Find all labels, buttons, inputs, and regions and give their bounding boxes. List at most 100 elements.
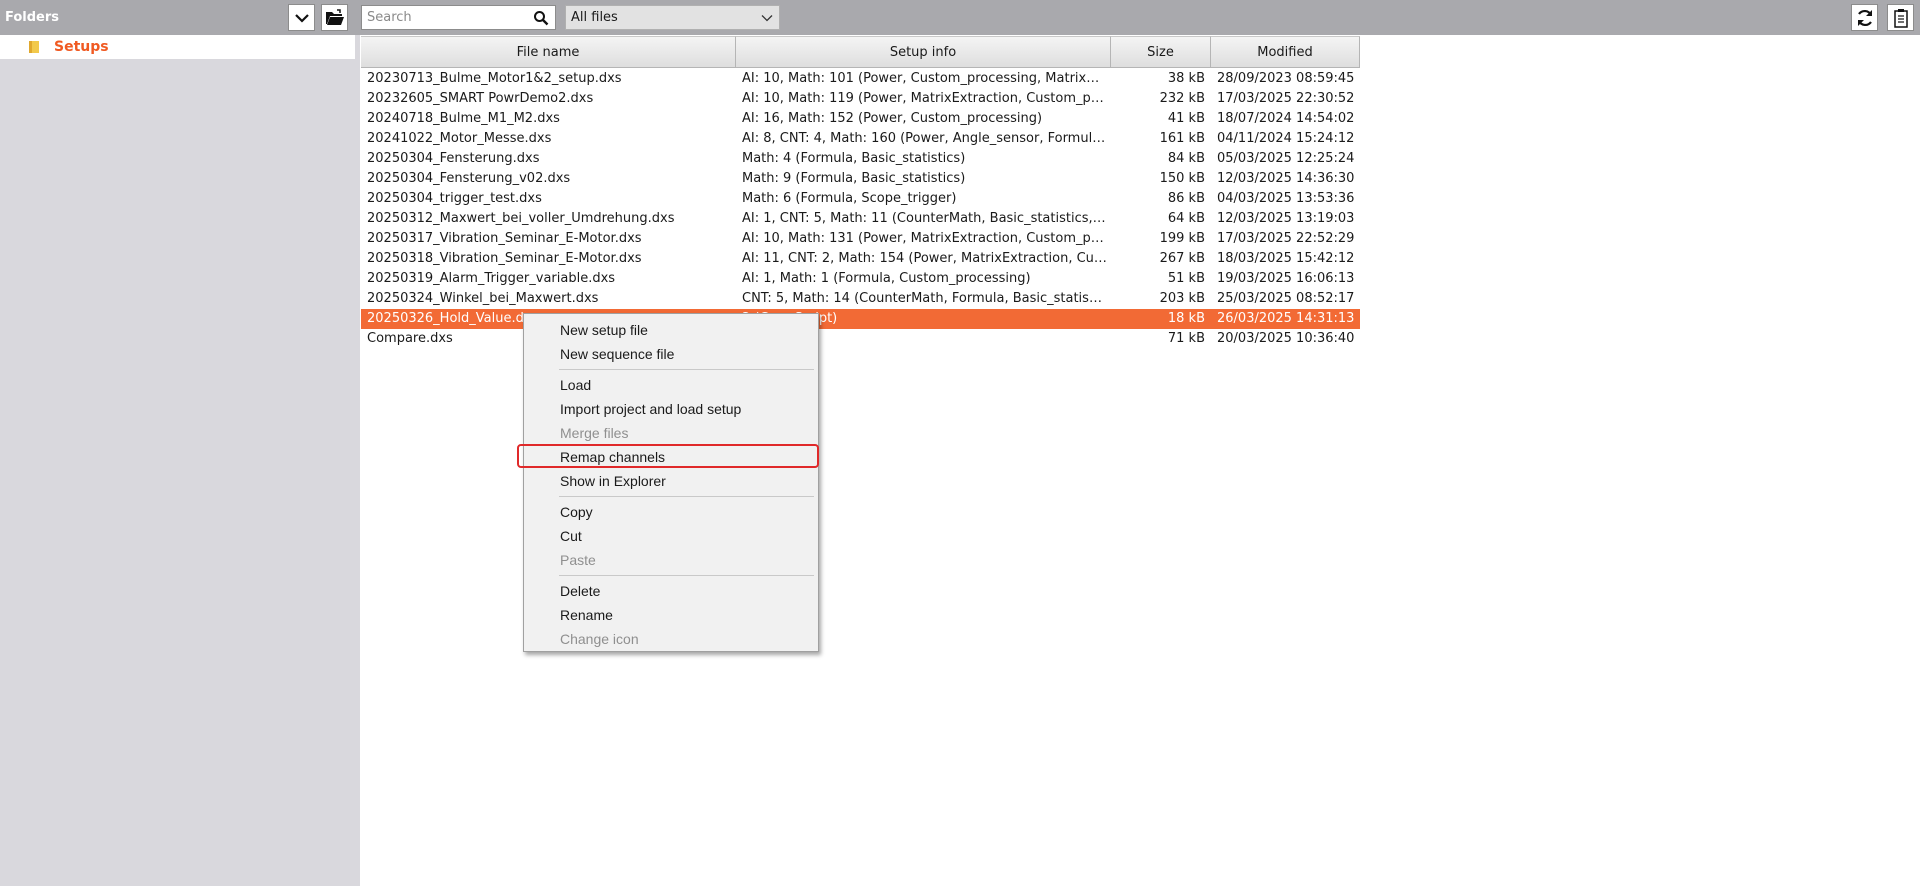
- table-row[interactable]: 20250304_Fensterung.dxs Math: 4 (Formula,…: [361, 149, 1360, 169]
- menu-item-change-icon: Change icon: [560, 631, 639, 647]
- file-filter-select[interactable]: All files: [565, 5, 780, 30]
- table-row[interactable]: 20250318_Vibration_Seminar_E-Motor.dxs AI…: [361, 249, 1360, 269]
- table-row[interactable]: 20250319_Alarm_Trigger_variable.dxs AI: 1…: [361, 269, 1360, 289]
- size-cell: 267 kB: [1159, 251, 1205, 266]
- modified-cell: 18/03/2025 15:42:12: [1217, 251, 1355, 266]
- open-folder-button[interactable]: [321, 4, 348, 31]
- setup-info-cell: CNT: 5, Math: 14 (CounterMath, Formula, …: [742, 291, 1107, 306]
- table-row[interactable]: 20250326_Hold_Value.dx2 (C++ Script)18 k…: [361, 309, 1360, 329]
- folders-title: Folders: [5, 10, 60, 25]
- modified-cell: 28/09/2023 08:59:45: [1217, 71, 1355, 86]
- size-cell: 86 kB: [1167, 191, 1205, 206]
- menu-item-cut[interactable]: Cut: [560, 524, 582, 548]
- setup-info-cell: AI: 1, Math: 1 (Formula, Custom_processi…: [742, 271, 1031, 286]
- modified-cell: 20/03/2025 10:36:40: [1217, 331, 1355, 346]
- menu-item-load[interactable]: Load: [560, 373, 591, 397]
- menu-separator: [559, 575, 814, 576]
- setup-info-cell: Math: 9 (Formula, Basic_statistics): [742, 171, 966, 186]
- setup-info-cell: AI: 10, Math: 119 (Power, MatrixExtracti…: [742, 91, 1107, 106]
- context-menu: New setup file New sequence file Load Im…: [523, 313, 819, 652]
- modified-cell: 25/03/2025 08:52:17: [1217, 291, 1355, 306]
- setup-info-cell: Math: 4 (Formula, Basic_statistics): [742, 151, 966, 166]
- remap-channels-highlight: [517, 444, 819, 468]
- size-cell: 71 kB: [1167, 331, 1205, 346]
- clipboard-icon: [1893, 8, 1908, 28]
- table-row[interactable]: 20240718_Bulme_M1_M2.dxs AI: 16, Math: 15…: [361, 109, 1360, 129]
- table-row[interactable]: 20250304_trigger_test.dxs Math: 6 (Formul…: [361, 189, 1360, 209]
- modified-cell: 04/11/2024 15:24:12: [1217, 131, 1355, 146]
- folder-icon: [29, 41, 39, 53]
- refresh-icon: [1857, 9, 1872, 26]
- file-name-cell: 20250304_Fensterung.dxs: [367, 151, 540, 166]
- file-name-cell: 20240718_Bulme_M1_M2.dxs: [367, 111, 560, 126]
- file-name-cell: 20241022_Motor_Messe.dxs: [367, 131, 552, 146]
- setup-info-cell: AI: 10, Math: 131 (Power, MatrixExtracti…: [742, 231, 1107, 246]
- menu-item-new-setup-file[interactable]: New setup file: [560, 318, 648, 342]
- column-header-file-name[interactable]: File name: [361, 36, 736, 68]
- search-box[interactable]: [361, 5, 556, 30]
- table-row[interactable]: 20250304_Fensterung_v02.dxs Math: 9 (Form…: [361, 169, 1360, 189]
- setup-info-cell: AI: 8, CNT: 4, Math: 160 (Power, Angle_s…: [742, 131, 1107, 146]
- size-cell: 64 kB: [1167, 211, 1205, 226]
- menu-item-paste: Paste: [560, 552, 596, 568]
- menu-item-import-project[interactable]: Import project and load setup: [560, 397, 741, 421]
- modified-cell: 18/07/2024 14:54:02: [1217, 111, 1355, 126]
- column-header-setup-info[interactable]: Setup info: [736, 36, 1111, 68]
- table-row[interactable]: Compare.dxsmula)71 kB20/03/2025 10:36:40: [361, 329, 1360, 349]
- file-name-cell: 20250312_Maxwert_bei_voller_Umdrehung.dx…: [367, 211, 675, 226]
- modified-cell: 17/03/2025 22:30:52: [1217, 91, 1355, 106]
- modified-cell: 19/03/2025 16:06:13: [1217, 271, 1355, 286]
- sidebar-item-label: Setups: [54, 39, 109, 55]
- file-table: File name Setup info Size Modified 20230…: [361, 36, 1360, 346]
- size-cell: 161 kB: [1159, 131, 1205, 146]
- menu-item-merge-files: Merge files: [560, 425, 629, 441]
- menu-separator: [559, 496, 814, 497]
- menu-item-rename[interactable]: Rename: [560, 603, 613, 627]
- modified-cell: 04/03/2025 13:53:36: [1217, 191, 1355, 206]
- setup-info-cell: AI: 16, Math: 152 (Power, Custom_process…: [742, 111, 1043, 126]
- size-cell: 150 kB: [1159, 171, 1205, 186]
- column-header-modified[interactable]: Modified: [1211, 36, 1360, 68]
- table-row[interactable]: 20230713_Bulme_Motor1&2_setup.dxs AI: 10,…: [361, 69, 1360, 89]
- open-folder-icon: [325, 8, 344, 25]
- file-filter-value: All files: [571, 10, 618, 25]
- clipboard-button[interactable]: [1887, 4, 1914, 31]
- file-name-cell: 20250324_Winkel_bei_Maxwert.dxs: [367, 291, 599, 306]
- menu-item-copy[interactable]: Copy: [560, 500, 593, 524]
- file-name-cell: 20232605_SMART PowrDemo2.dxs: [367, 91, 594, 106]
- menu-item-delete[interactable]: Delete: [560, 579, 600, 603]
- table-row[interactable]: 20250312_Maxwert_bei_voller_Umdrehung.dx…: [361, 209, 1360, 229]
- search-icon[interactable]: [533, 10, 549, 26]
- setup-info-cell: Math: 6 (Formula, Scope_trigger): [742, 191, 957, 206]
- sidebar-item-setups[interactable]: Setups: [0, 35, 355, 59]
- setup-info-cell: AI: 1, CNT: 5, Math: 11 (CounterMath, Ba…: [742, 211, 1107, 226]
- file-name-cell: 20250318_Vibration_Seminar_E-Motor.dxs: [367, 251, 642, 266]
- size-cell: 51 kB: [1167, 271, 1205, 286]
- modified-cell: 12/03/2025 14:36:30: [1217, 171, 1355, 186]
- menu-item-show-in-explorer[interactable]: Show in Explorer: [560, 469, 666, 493]
- folder-dropdown-button[interactable]: [288, 4, 315, 31]
- table-row[interactable]: 20250324_Winkel_bei_Maxwert.dxs CNT: 5, M…: [361, 289, 1360, 309]
- refresh-button[interactable]: [1851, 4, 1878, 31]
- size-cell: 84 kB: [1167, 151, 1205, 166]
- file-name-cell: 20250304_Fensterung_v02.dxs: [367, 171, 571, 186]
- size-cell: 199 kB: [1159, 231, 1205, 246]
- file-name-cell: 20250304_trigger_test.dxs: [367, 191, 542, 206]
- table-row[interactable]: 20241022_Motor_Messe.dxs AI: 8, CNT: 4, M…: [361, 129, 1360, 149]
- modified-cell: 17/03/2025 22:52:29: [1217, 231, 1355, 246]
- modified-cell: 26/03/2025 14:31:13: [1217, 311, 1355, 326]
- table-row[interactable]: 20232605_SMART PowrDemo2.dxs AI: 10, Math…: [361, 89, 1360, 109]
- file-name-cell: 20250317_Vibration_Seminar_E-Motor.dxs: [367, 231, 642, 246]
- search-input[interactable]: [362, 6, 537, 29]
- menu-item-new-sequence-file[interactable]: New sequence file: [560, 342, 674, 366]
- column-header-size[interactable]: Size: [1111, 36, 1211, 68]
- size-cell: 38 kB: [1167, 71, 1205, 86]
- size-cell: 203 kB: [1159, 291, 1205, 306]
- chevron-down-icon: [761, 15, 773, 22]
- setup-info-cell: AI: 10, Math: 101 (Power, Custom_process…: [742, 71, 1107, 86]
- menu-separator: [559, 369, 814, 370]
- file-name-cell: 20230713_Bulme_Motor1&2_setup.dxs: [367, 71, 622, 86]
- modified-cell: 12/03/2025 13:19:03: [1217, 211, 1355, 226]
- size-cell: 41 kB: [1167, 111, 1205, 126]
- table-row[interactable]: 20250317_Vibration_Seminar_E-Motor.dxs AI…: [361, 229, 1360, 249]
